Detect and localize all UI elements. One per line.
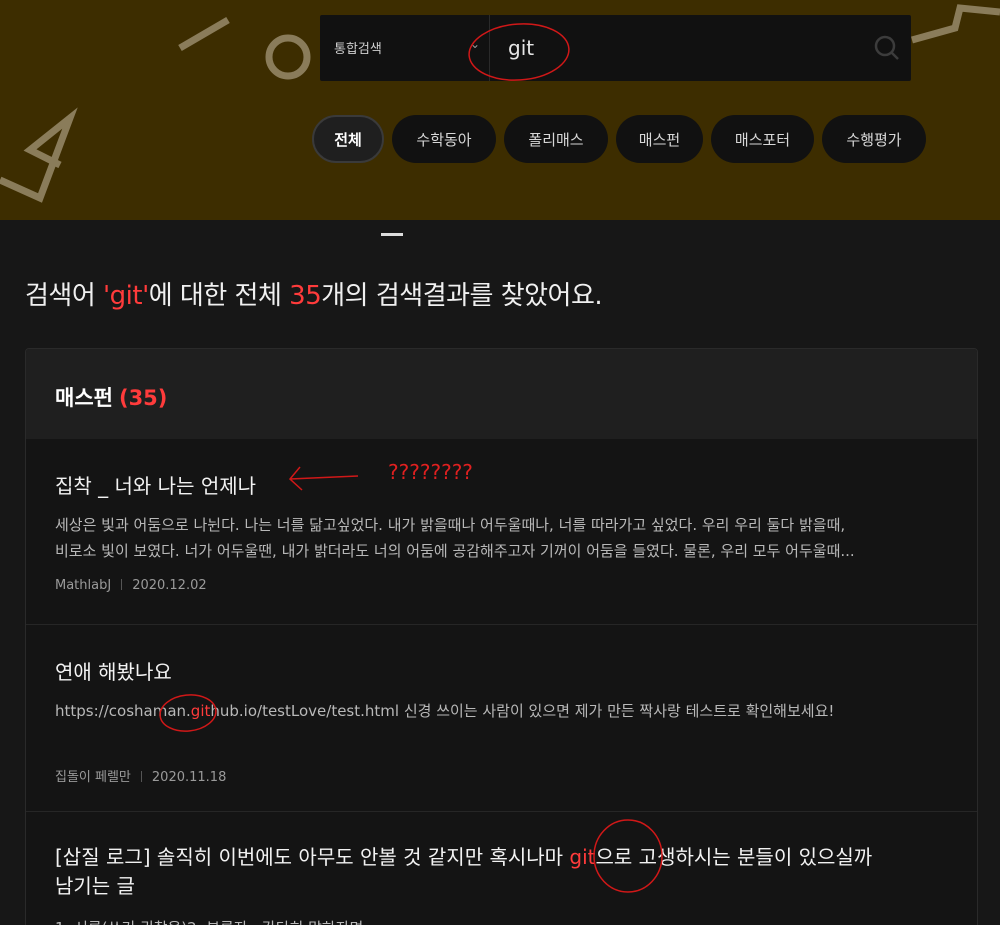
hero-indicator (381, 233, 403, 236)
search-input[interactable] (508, 35, 848, 61)
summary-keyword: 'git' (103, 281, 149, 311)
post-title-line: [삽질 로그] 솔직히 이번에도 아무도 안볼 것 같지만 혹시나마 git으로… (55, 843, 872, 872)
deco-line (178, 16, 230, 52)
results-panel: 매스펀 (35) 집착 _ 너와 나는 언제나 세상은 빛과 어둠으로 나뉜다. … (25, 348, 978, 925)
tab-polymath[interactable]: 폴리매스 (504, 115, 608, 163)
category-tabs: 전체 수학동아 폴리매스 매스펀 매스포터 수행평가 (312, 115, 926, 163)
title-keyword: git (569, 845, 596, 869)
post-date: 2020.11.18 (151, 770, 227, 785)
section-header: 매스펀 (35) (26, 349, 977, 439)
deco-circle (265, 34, 311, 80)
tab-suhaeng[interactable]: 수행평가 (822, 115, 926, 163)
post-excerpt-line: 세상은 빛과 어둠으로 나뉜다. 나는 너를 닮고싶었다. 내가 밝을때나 어두… (55, 516, 846, 534)
title-text: [삽질 로그] 솔직히 이번에도 아무도 안볼 것 같지만 혹시나마 (55, 845, 570, 869)
list-item[interactable]: [삽질 로그] 솔직히 이번에도 아무도 안볼 것 같지만 혹시나마 git으로… (26, 812, 977, 925)
summary-suffix: 개의 검색결과를 찾았어요. (321, 281, 603, 311)
result-summary: 검색어 'git'에 대한 전체 35개의 검색결과를 찾았어요. (25, 275, 603, 312)
excerpt-keyword: git (190, 702, 211, 720)
search-scope-label: 통합검색 (334, 42, 382, 57)
search-bar: 통합검색 ⌄ (320, 15, 911, 81)
deco-zigzag-right (911, 4, 1000, 44)
summary-count: 35 (289, 281, 322, 311)
post-title[interactable]: 연애 해봤나요 (55, 656, 172, 685)
post-excerpt: 세상은 빛과 어둠으로 나뉜다. 나는 너를 닮고싶었다. 내가 밝을때나 어두… (55, 512, 855, 564)
summary-prefix: 검색어 (25, 281, 104, 311)
tab-all[interactable]: 전체 (312, 115, 384, 163)
post-author: 집돌이 페렐만 (55, 770, 131, 785)
list-item[interactable]: 연애 해봤나요 https://coshaman.github.io/testL… (26, 625, 977, 812)
deco-zigzag-left (0, 107, 78, 203)
meta-divider (121, 579, 123, 590)
summary-middle: 에 대한 전체 (148, 281, 290, 311)
post-excerpt: https://coshaman.github.io/testLove/test… (55, 698, 834, 724)
hero-banner: 통합검색 ⌄ 전체 수학동아 폴리매스 매스펀 매스포터 수행평가 (0, 0, 1000, 220)
list-item[interactable]: 집착 _ 너와 나는 언제나 세상은 빛과 어둠으로 나뉜다. 나는 너를 닮고… (26, 439, 977, 625)
annotation-text: ???????? (388, 460, 473, 484)
post-date: 2020.12.02 (132, 578, 207, 593)
tab-mathporter[interactable]: 매스포터 (711, 115, 814, 163)
post-meta: 집돌이 페렐만 2020.11.18 (55, 766, 226, 785)
tab-suhakdonga[interactable]: 수학동아 (392, 115, 496, 163)
meta-divider (140, 771, 142, 782)
tab-mathfun[interactable]: 매스펀 (616, 115, 703, 163)
post-title-line: 남기는 글 (55, 874, 135, 898)
excerpt-text: hub.io/testLove/test.html 신경 쓰이는 사람이 있으면… (210, 702, 835, 720)
search-scope-select[interactable]: 통합검색 ⌄ (320, 15, 490, 81)
excerpt-text: https://coshaman. (55, 702, 191, 720)
post-meta: MathlabJ 2020.12.02 (55, 578, 207, 593)
section-title: 매스펀 (55, 386, 113, 410)
post-title[interactable]: [삽질 로그] 솔직히 이번에도 아무도 안볼 것 같지만 혹시나마 git으로… (55, 843, 872, 901)
search-icon[interactable] (873, 34, 901, 66)
post-author: MathlabJ (55, 578, 112, 593)
title-text: 으로 고생하시는 분들이 있으실까 (595, 845, 873, 869)
post-title[interactable]: 집착 _ 너와 나는 언제나 (55, 470, 256, 499)
post-excerpt-line: 비로소 빛이 보였다. 너가 어두울땐, 내가 밝더라도 너의 어둠에 공감해주… (55, 542, 855, 560)
post-excerpt: 1. 서론(쓰기 귀찮음)2. 본론자.. 간단히 말하자면 (55, 915, 363, 925)
chevron-down-icon: ⌄ (470, 37, 481, 51)
section-count: (35) (118, 386, 168, 410)
